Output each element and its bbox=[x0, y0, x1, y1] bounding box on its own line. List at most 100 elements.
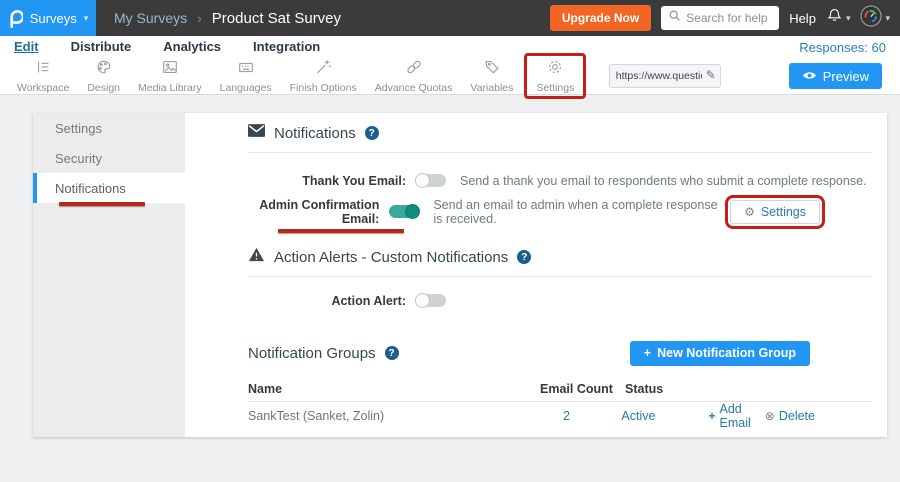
new-notification-group-button[interactable]: + New Notification Group bbox=[630, 341, 810, 366]
group-name-cell: SankTest (Sanket, Zolin) bbox=[248, 409, 537, 423]
admin-confirmation-email-toggle[interactable] bbox=[389, 205, 419, 218]
action-alert-row: Action Alert: bbox=[248, 285, 872, 316]
breadcrumb-separator-icon: › bbox=[197, 10, 202, 26]
toolbar-item-design[interactable]: Design bbox=[78, 56, 129, 96]
help-icon[interactable]: ? bbox=[517, 250, 531, 264]
email-count-link[interactable]: 2 bbox=[537, 409, 621, 423]
envelope-icon bbox=[248, 124, 265, 142]
tab-distribute[interactable]: Distribute bbox=[71, 39, 132, 55]
table-row: SankTest (Sanket, Zolin) 2 Active + Add … bbox=[248, 402, 872, 430]
tab-edit[interactable]: Edit bbox=[14, 39, 39, 55]
tag-icon bbox=[482, 58, 502, 81]
plus-icon: + bbox=[644, 346, 651, 360]
survey-url-group: ✎ bbox=[609, 64, 721, 88]
notifications-section-title: Notifications bbox=[274, 125, 356, 142]
avatar bbox=[860, 5, 882, 32]
annotation-notifications-underline bbox=[59, 202, 145, 206]
thank-you-email-label: Thank You Email: bbox=[248, 174, 406, 188]
upgrade-now-button[interactable]: Upgrade Now bbox=[550, 5, 651, 31]
help-link[interactable]: Help bbox=[789, 11, 816, 26]
admin-confirmation-email-row: Admin Confirmation Email: Send an email … bbox=[248, 196, 872, 227]
toolbar-item-variables[interactable]: Variables bbox=[461, 56, 522, 96]
help-search-box[interactable] bbox=[661, 6, 779, 30]
chevron-down-icon: ▾ bbox=[846, 14, 851, 23]
magic-wand-icon bbox=[313, 58, 333, 81]
settings-sidebar: Settings Security Notifications bbox=[33, 113, 185, 437]
admin-confirmation-email-label: Admin Confirmation Email: bbox=[248, 198, 379, 226]
row-actions: + Add Email ⊗ Delete bbox=[709, 402, 872, 430]
image-icon bbox=[160, 58, 180, 81]
add-email-link[interactable]: + Add Email bbox=[709, 402, 751, 430]
warning-triangle-icon bbox=[248, 247, 265, 267]
gear-icon bbox=[545, 58, 565, 81]
annotation-settings-toolbar-box: Settings bbox=[524, 53, 586, 99]
toolbar-item-advance-quotas[interactable]: Advance Quotas bbox=[366, 56, 462, 96]
edit-url-pencil-icon[interactable]: ✎ bbox=[706, 68, 716, 82]
survey-url-input[interactable] bbox=[609, 64, 721, 88]
sidebar-item-settings[interactable]: Settings bbox=[33, 113, 185, 143]
product-menu-label: Surveys bbox=[30, 11, 77, 26]
notification-groups-title: Notification Groups bbox=[248, 345, 376, 362]
notification-groups-section-header: Notification Groups ? + New Notification… bbox=[248, 338, 872, 368]
status-link[interactable]: Active bbox=[621, 409, 708, 423]
notifications-content: Notifications ? Thank You Email: Send a … bbox=[185, 113, 887, 437]
search-icon bbox=[668, 9, 681, 27]
surveys-product-menu[interactable]: Surveys ▾ bbox=[0, 0, 96, 36]
palette-icon bbox=[94, 58, 114, 81]
eye-icon bbox=[802, 69, 817, 84]
table-header-row: Name Email Count Status bbox=[248, 376, 872, 402]
preview-button[interactable]: Preview bbox=[789, 63, 882, 89]
help-icon[interactable]: ? bbox=[365, 126, 379, 140]
help-icon[interactable]: ? bbox=[385, 346, 399, 360]
toolbar-item-workspace[interactable]: Workspace bbox=[8, 56, 78, 96]
notification-groups-table: Name Email Count Status SankTest (Sanket… bbox=[248, 376, 872, 430]
action-alert-rows: Action Alert: bbox=[248, 285, 872, 316]
column-header-status: Status bbox=[625, 382, 713, 396]
action-alert-toggle[interactable] bbox=[416, 294, 446, 307]
action-alerts-section-header: Action Alerts - Custom Notifications ? bbox=[248, 243, 872, 271]
admin-confirmation-email-description: Send an email to admin when a complete r… bbox=[433, 198, 725, 226]
column-header-name: Name bbox=[248, 382, 540, 396]
divider bbox=[248, 276, 872, 277]
settings-card: Settings Security Notifications Notifica… bbox=[33, 113, 887, 437]
keyboard-icon bbox=[236, 58, 256, 81]
tab-integration[interactable]: Integration bbox=[253, 39, 320, 55]
toolbar-item-finish-options[interactable]: Finish Options bbox=[281, 56, 366, 96]
notifications-bell-menu[interactable]: ▾ bbox=[826, 7, 851, 29]
circle-x-icon: ⊗ bbox=[765, 409, 775, 423]
responses-count[interactable]: Responses: 60 bbox=[799, 40, 886, 55]
thank-you-email-toggle[interactable] bbox=[416, 174, 446, 187]
breadcrumb-my-surveys[interactable]: My Surveys bbox=[114, 10, 187, 26]
sidebar-item-security[interactable]: Security bbox=[33, 143, 185, 173]
gear-icon: ⚙ bbox=[744, 205, 755, 219]
survey-nav: Edit Distribute Analytics Integration Re… bbox=[0, 36, 900, 58]
sidebar-item-notifications[interactable]: Notifications bbox=[33, 173, 185, 203]
edit-toolbar: Workspace Design Media Library Languages… bbox=[0, 58, 900, 95]
divider bbox=[248, 152, 872, 153]
toolbar-item-languages[interactable]: Languages bbox=[211, 56, 281, 96]
chevron-down-icon: ▾ bbox=[84, 14, 89, 23]
column-header-email-count: Email Count bbox=[540, 382, 625, 396]
breadcrumb: My Surveys › Product Sat Survey bbox=[114, 10, 341, 27]
admin-email-settings-button[interactable]: ⚙ Settings bbox=[730, 200, 820, 224]
thank-you-email-description: Send a thank you email to respondents wh… bbox=[460, 174, 867, 188]
workspace-icon bbox=[33, 58, 53, 81]
toolbar-item-media-library[interactable]: Media Library bbox=[129, 56, 211, 96]
account-menu[interactable]: ▾ bbox=[860, 5, 890, 32]
plus-icon: + bbox=[709, 409, 716, 423]
bell-icon bbox=[826, 7, 843, 29]
delete-link[interactable]: ⊗ Delete bbox=[765, 402, 815, 430]
toolbar-item-settings[interactable]: Settings bbox=[527, 56, 583, 96]
action-alert-label: Action Alert: bbox=[248, 294, 406, 308]
action-alerts-section-title: Action Alerts - Custom Notifications bbox=[274, 249, 508, 266]
breadcrumb-current-survey: Product Sat Survey bbox=[212, 10, 341, 27]
search-input[interactable] bbox=[686, 11, 774, 25]
tab-analytics[interactable]: Analytics bbox=[163, 39, 221, 55]
chain-links-icon bbox=[404, 58, 424, 81]
questionpro-logo-icon bbox=[8, 9, 23, 28]
notification-toggle-rows: Thank You Email: Send a thank you email … bbox=[248, 165, 872, 227]
chevron-down-icon: ▾ bbox=[885, 14, 890, 23]
notifications-section-header: Notifications ? bbox=[248, 119, 872, 147]
annotation-admin-email-underline bbox=[278, 229, 404, 233]
questionpro-settings-page: Surveys ▾ My Surveys › Product Sat Surve… bbox=[0, 0, 900, 482]
